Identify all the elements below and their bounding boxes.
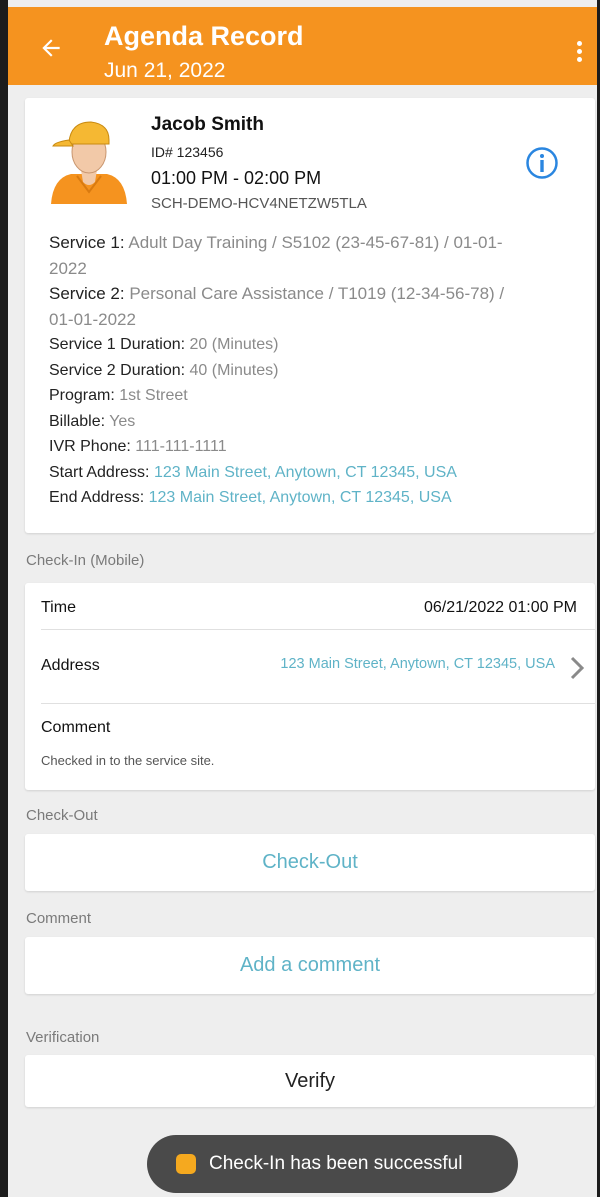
check-in-card: Time 06/21/2022 01:00 PM Address 123 Mai… bbox=[25, 583, 595, 790]
program-label: Program: bbox=[49, 387, 115, 404]
page-title: Agenda Record bbox=[104, 21, 304, 51]
program-value: 1st Street bbox=[119, 387, 188, 404]
toast-message: Check-In has been successful bbox=[209, 1153, 463, 1174]
end-address-line: End Address: 123 Main Street, Anytown, C… bbox=[49, 485, 549, 511]
check-out-section-label: Check-Out bbox=[26, 807, 98, 824]
client-card: Jacob Smith ID# 123456 01:00 PM - 02:00 … bbox=[25, 98, 595, 533]
check-out-button[interactable]: Check-Out bbox=[25, 834, 595, 891]
service-1-duration-label: Service 1 Duration: bbox=[49, 336, 186, 353]
service-1-duration-value: 20 (Minutes) bbox=[189, 336, 279, 353]
appointment-time: 01:00 PM - 02:00 PM bbox=[151, 168, 322, 188]
check-in-comment-value: Checked in to the service site. bbox=[41, 753, 215, 768]
client-name: Jacob Smith bbox=[151, 114, 264, 135]
verification-section-label: Verification bbox=[26, 1029, 100, 1046]
service-1-line: Service 1: Adult Day Training / S5102 (2… bbox=[49, 230, 519, 281]
more-menu-icon[interactable] bbox=[577, 41, 583, 63]
divider bbox=[41, 629, 595, 630]
service-2-label: Service 2: bbox=[49, 284, 125, 303]
check-in-section-label: Check-In (Mobile) bbox=[26, 552, 145, 569]
verify-button[interactable]: Verify bbox=[25, 1055, 595, 1107]
back-arrow-icon[interactable] bbox=[38, 35, 64, 61]
check-in-time-value: 06/21/2022 01:00 PM bbox=[423, 599, 577, 616]
divider bbox=[41, 703, 595, 704]
program-line: Program: 1st Street bbox=[49, 383, 549, 409]
service-details: Service 1: Adult Day Training / S5102 (2… bbox=[49, 230, 549, 511]
chevron-right-icon[interactable] bbox=[569, 655, 585, 681]
client-id: ID# 123456 bbox=[151, 144, 224, 160]
start-address-line: Start Address: 123 Main Street, Anytown,… bbox=[49, 460, 549, 486]
billable-value: Yes bbox=[109, 412, 136, 430]
start-address-label: Start Address: bbox=[49, 463, 150, 481]
check-in-address-label: Address bbox=[41, 657, 100, 674]
end-address-label: End Address: bbox=[49, 489, 145, 506]
check-in-comment-label: Comment bbox=[41, 719, 111, 736]
service-2-duration-line: Service 2 Duration: 40 (Minutes) bbox=[49, 358, 549, 384]
toast-notification: Check-In has been successful bbox=[147, 1135, 518, 1193]
page-date: Jun 21, 2022 bbox=[104, 59, 226, 82]
app-screen: Agenda Record Jun 21, 2022 Jacob Smith I… bbox=[8, 0, 597, 1197]
billable-label: Billable: bbox=[49, 412, 106, 430]
service-1-duration-line: Service 1 Duration: 20 (Minutes) bbox=[49, 332, 549, 358]
ivr-phone-label: IVR Phone: bbox=[49, 438, 131, 455]
service-2-duration-label: Service 2 Duration: bbox=[49, 361, 186, 379]
service-2-line: Service 2: Personal Care Assistance / T1… bbox=[49, 281, 519, 332]
info-icon[interactable] bbox=[525, 146, 559, 180]
ivr-phone-value: 111-111-1111 bbox=[135, 438, 227, 455]
app-bar: Agenda Record Jun 21, 2022 bbox=[8, 7, 597, 85]
ivr-phone-line: IVR Phone: 111-111-1111 bbox=[49, 434, 549, 460]
check-in-time-label: Time bbox=[41, 599, 76, 616]
start-address-link[interactable]: 123 Main Street, Anytown, CT 12345, USA bbox=[154, 464, 457, 481]
add-comment-button[interactable]: Add a comment bbox=[25, 937, 595, 994]
service-2-duration-value: 40 (Minutes) bbox=[189, 361, 279, 379]
avatar bbox=[51, 121, 127, 204]
service-1-label: Service 1: bbox=[49, 233, 125, 252]
billable-line: Billable: Yes bbox=[49, 409, 549, 435]
check-in-address-link[interactable]: 123 Main Street, Anytown, CT 12345, USA bbox=[280, 656, 555, 672]
end-address-link[interactable]: 123 Main Street, Anytown, CT 12345, USA bbox=[149, 489, 452, 506]
schedule-code: SCH-DEMO-HCV4NETZW5TLA bbox=[151, 195, 367, 212]
comment-section-label: Comment bbox=[26, 910, 92, 927]
app-icon bbox=[176, 1154, 196, 1174]
